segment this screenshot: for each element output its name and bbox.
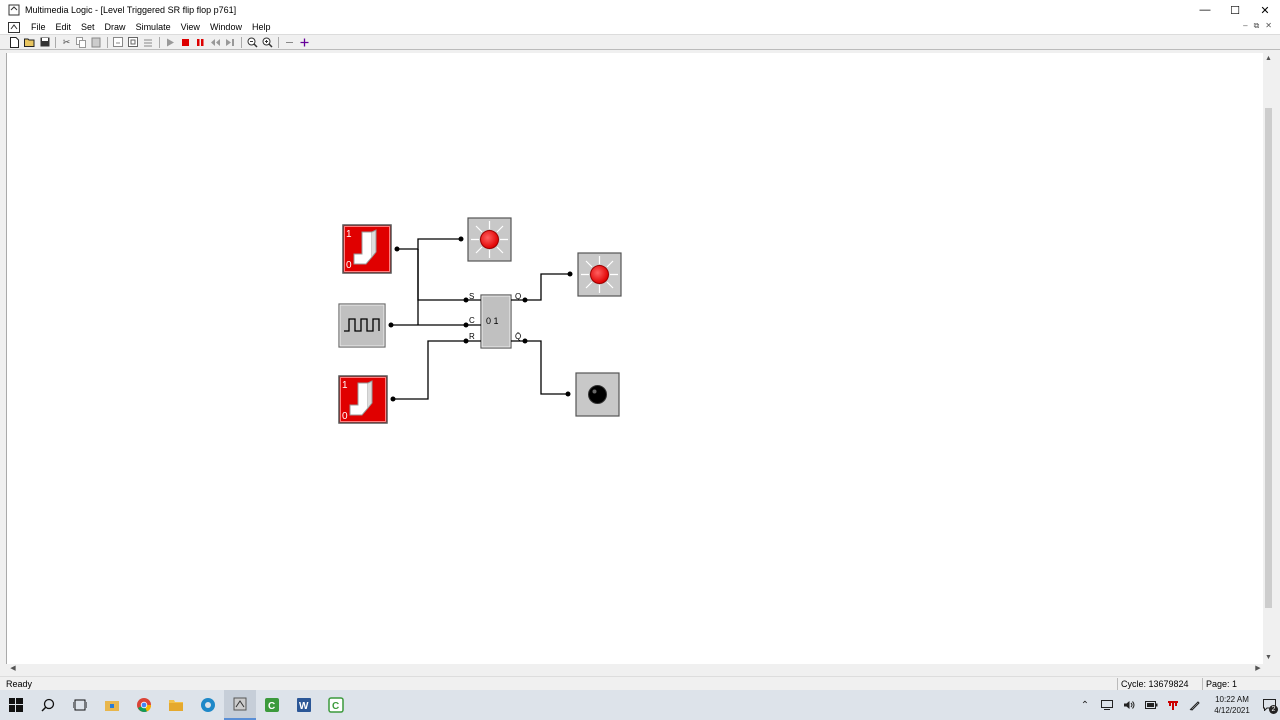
svg-text:C: C <box>332 701 339 712</box>
svg-text:W: W <box>299 701 309 712</box>
led-qbar-output[interactable] <box>575 372 620 417</box>
notification-icon[interactable]: 2 <box>1258 690 1280 720</box>
switch-top[interactable]: 1 0 <box>342 224 392 274</box>
status-page: Page: 1 <box>1206 679 1238 689</box>
sr-flip-flop[interactable]: 0 1 S C R Q Q̄ <box>466 292 525 349</box>
wire-switch-bottom-to-r <box>393 340 466 400</box>
led-input-indicator[interactable] <box>467 217 512 262</box>
chrome-icon[interactable] <box>128 690 160 720</box>
volume-icon[interactable] <box>1118 690 1140 720</box>
search-icon[interactable] <box>32 690 64 720</box>
battery-icon[interactable] <box>1140 690 1162 720</box>
start-icon[interactable] <box>0 690 32 720</box>
notification-count: 2 <box>1269 705 1278 714</box>
switch-top-high-label: 1 <box>346 229 352 240</box>
led-q-output[interactable] <box>577 252 622 297</box>
status-bar: Ready Cycle: 13679824 Page: 1 <box>0 676 1280 690</box>
circuit-diagram: 1 0 1 0 0 1 S C R Q Q̄ <box>338 217 622 424</box>
input-c-label: C <box>469 316 475 325</box>
scroll-left-icon[interactable]: ◀ <box>8 664 18 674</box>
pen-icon[interactable] <box>1184 690 1206 720</box>
scroll-right-icon[interactable]: ▶ <box>1253 664 1263 674</box>
wire-q-to-led <box>525 273 570 301</box>
output-qbar-label: Q̄ <box>515 332 521 341</box>
system-tray: ⌃ 10:22 AM 4/12/2021 2 <box>1074 690 1280 720</box>
status-cycle: Cycle: 13679824 <box>1121 679 1189 689</box>
output-q-label: Q <box>515 292 521 301</box>
switch-bottom[interactable]: 1 0 <box>338 375 388 424</box>
camtasia-icon[interactable]: C <box>256 690 288 720</box>
multimedia-logic-icon[interactable] <box>224 690 256 720</box>
file-explorer-icon[interactable] <box>160 690 192 720</box>
svg-text:C: C <box>268 701 275 712</box>
antivirus-icon[interactable] <box>1162 690 1184 720</box>
clock[interactable]: 10:22 AM 4/12/2021 <box>1206 694 1258 716</box>
status-ready: Ready <box>6 679 33 689</box>
edge-icon[interactable] <box>192 690 224 720</box>
switch-bottom-high-label: 1 <box>342 380 348 391</box>
task-view-icon[interactable] <box>64 690 96 720</box>
wire-switch-top-to-s <box>417 249 466 301</box>
wire-switch-top-to-led <box>397 238 461 250</box>
input-r-label: R <box>469 332 475 341</box>
scroll-up-icon[interactable]: ▲ <box>1263 55 1274 65</box>
switch-top-low-label: 0 <box>346 260 352 271</box>
store-icon[interactable] <box>96 690 128 720</box>
horizontal-scrollbar[interactable]: ◀ ▶ <box>6 664 1263 674</box>
word-icon[interactable]: W <box>288 690 320 720</box>
input-s-label: S <box>469 292 474 301</box>
camtasia-recorder-icon[interactable]: C <box>320 690 352 720</box>
network-icon[interactable] <box>1096 690 1118 720</box>
clock-generator[interactable] <box>338 303 386 348</box>
vertical-scroll-thumb[interactable] <box>1265 108 1272 608</box>
vertical-scrollbar[interactable]: ▲ ▼ <box>1263 53 1274 664</box>
wire-qbar-to-led <box>525 340 568 395</box>
clock-time: 10:22 AM <box>1215 695 1249 704</box>
clock-date: 4/12/2021 <box>1214 706 1250 715</box>
flip-flop-body-label: 0 1 <box>486 316 499 326</box>
taskbar: C W C ⌃ 10:22 AM 4/12/2021 2 <box>0 690 1280 720</box>
scroll-down-icon[interactable]: ▼ <box>1263 654 1274 664</box>
switch-bottom-low-label: 0 <box>342 411 348 422</box>
show-hidden-icons-icon[interactable]: ⌃ <box>1074 690 1096 720</box>
